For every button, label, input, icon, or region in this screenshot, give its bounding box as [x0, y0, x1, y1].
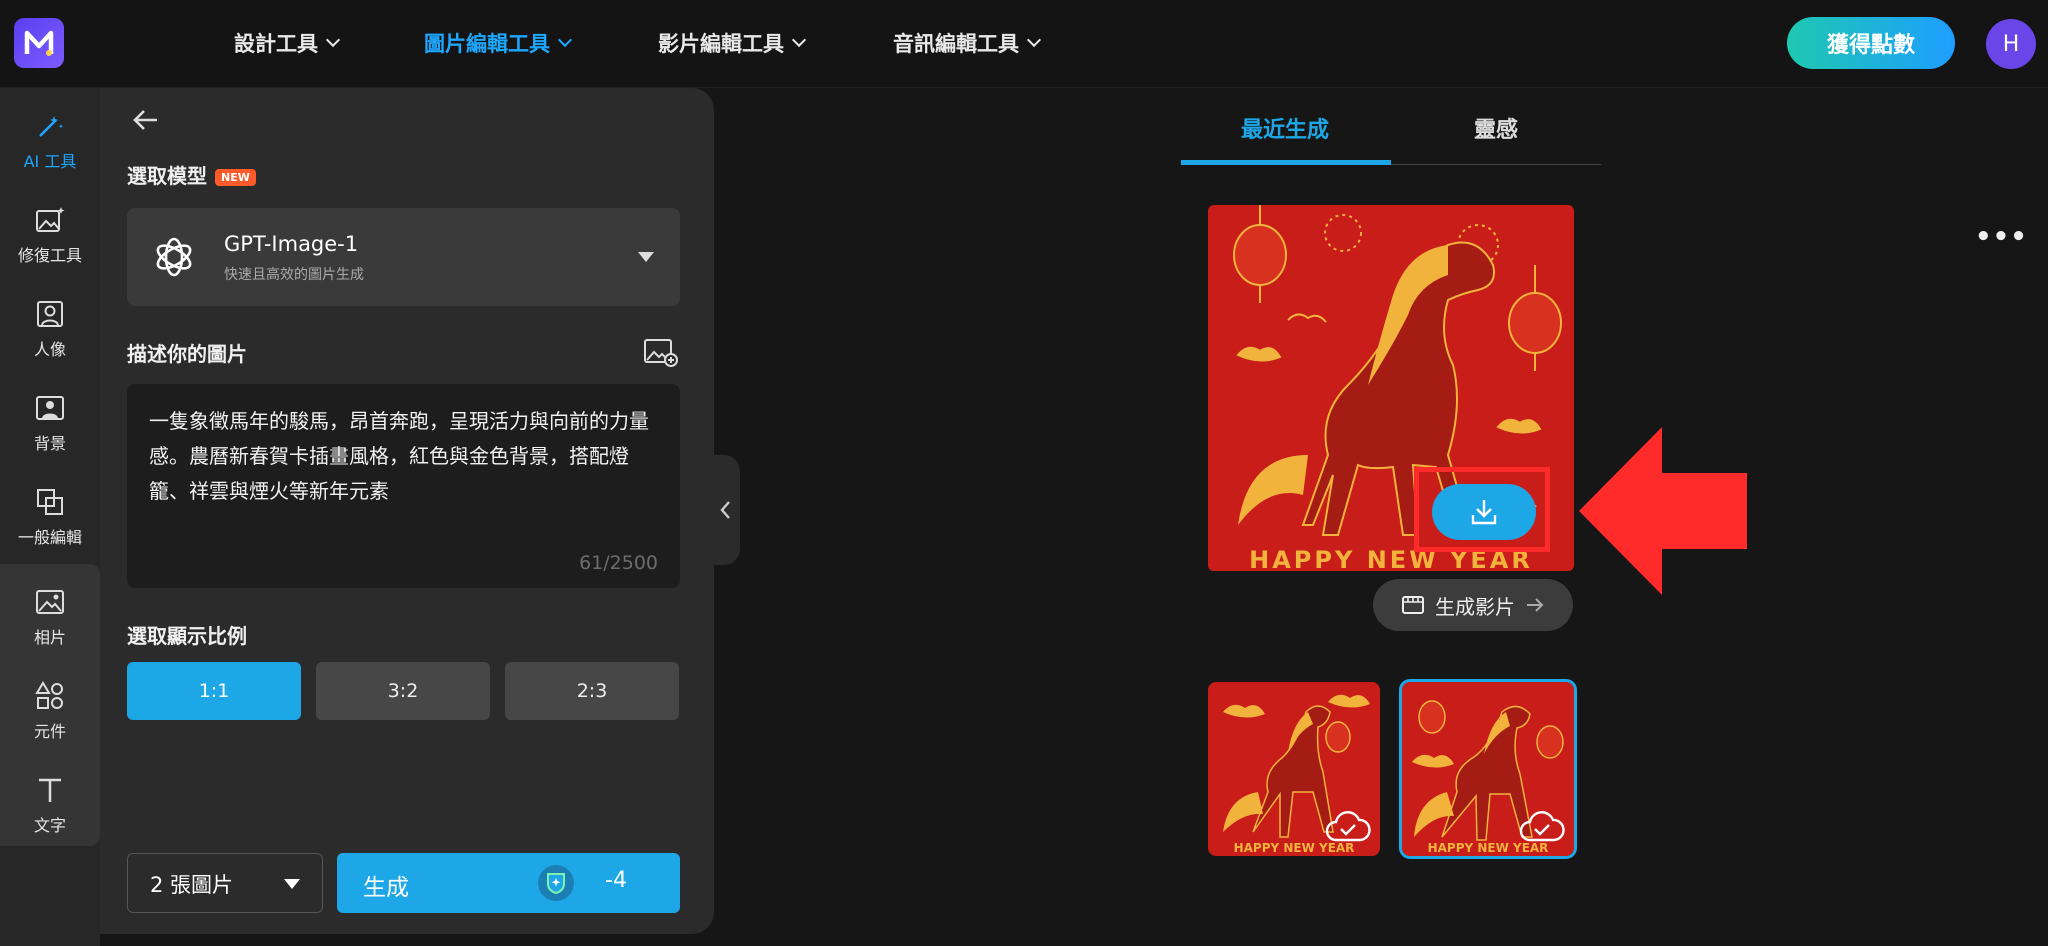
avatar[interactable]: H — [1986, 19, 2036, 69]
logo-icon — [24, 30, 54, 56]
chevron-down-icon — [557, 32, 573, 48]
rail-item-repair-tools[interactable]: 修復工具 — [0, 188, 100, 282]
rail-label: 相片 — [33, 628, 66, 647]
download-button[interactable] — [1432, 484, 1536, 540]
crop-icon — [37, 489, 63, 515]
text-icon — [39, 778, 61, 802]
more-options-icon[interactable]: ••• — [1975, 222, 2028, 252]
new-badge: NEW — [215, 169, 256, 186]
magic-wand-icon — [39, 116, 64, 137]
active-tab-indicator — [1181, 160, 1391, 165]
tab-recent[interactable]: 最近生成 — [1241, 112, 1329, 144]
collapse-panel-button[interactable] — [712, 455, 740, 565]
cloud-check-icon — [1519, 811, 1565, 842]
shapes-icon — [35, 681, 63, 709]
credit-cost: -4 — [605, 868, 627, 893]
cloud-check-icon — [1325, 811, 1371, 842]
photo-icon — [36, 590, 64, 614]
chevron-left-icon — [720, 501, 730, 519]
rail-label: AI 工具 — [23, 152, 77, 171]
ratio-option-3-2[interactable]: 3:2 — [316, 662, 490, 720]
nav-design-tools[interactable]: 設計工具 — [234, 28, 341, 58]
prompt-text: 一隻象徵馬年的駿馬，昂首奔跑，呈現活力與向前的力量感。農曆新春賀卡插畫風格，紅色… — [149, 409, 649, 503]
rail-item-photos[interactable]: 相片 — [0, 570, 100, 664]
ratio-option-2-3[interactable]: 2:3 — [505, 662, 679, 720]
image-sparkle-icon — [36, 207, 65, 232]
nav-image-tools[interactable]: 圖片編輯工具 — [424, 28, 573, 58]
char-counter: 61/2500 — [579, 552, 658, 574]
ratio-label: 選取顯示比例 — [127, 624, 247, 648]
top-bar: 設計工具 圖片編輯工具 影片編輯工具 音訊編輯工具 獲得點數 H — [0, 0, 2048, 88]
nav-video-tools[interactable]: 影片編輯工具 — [658, 28, 807, 58]
nav-audio-tools[interactable]: 音訊編輯工具 — [893, 28, 1042, 58]
rail-label: 文字 — [33, 816, 66, 835]
nav-label: 設計工具 — [234, 32, 318, 56]
model-description: 快速且高效的圖片生成 — [224, 267, 364, 283]
rail-item-elements[interactable]: 元件 — [0, 664, 100, 758]
rail-item-general-edit[interactable]: 一般編輯 — [0, 470, 100, 564]
nav-label: 音訊編輯工具 — [893, 32, 1019, 56]
model-select[interactable]: GPT-Image-1 快速且高效的圖片生成 — [127, 208, 680, 306]
get-points-button[interactable]: 獲得點數 — [1787, 17, 1955, 69]
nav-label: 影片編輯工具 — [658, 32, 784, 56]
dropdown-caret-icon — [284, 879, 300, 889]
arrow-right-icon — [1527, 598, 1544, 612]
rail-label: 背景 — [33, 434, 66, 453]
generate-label: 生成 — [363, 875, 409, 901]
tool-rail: AI 工具 修復工具 人像 背景 一般編輯 相片 元件 文字 — [0, 88, 100, 946]
image-count-select[interactable]: 2 張圖片 — [127, 853, 323, 913]
model-section-label: 選取模型 NEW — [127, 160, 256, 189]
background-icon — [36, 396, 64, 420]
app-logo[interactable] — [14, 18, 64, 68]
generate-video-button[interactable]: 生成影片 — [1373, 579, 1573, 631]
annotation-arrow-icon — [1579, 427, 1747, 595]
download-icon — [1471, 500, 1497, 525]
nav-label: 圖片編輯工具 — [424, 32, 550, 56]
describe-label: 描述你的圖片 — [127, 342, 247, 366]
chevron-down-icon — [1026, 32, 1042, 48]
credit-icon — [538, 865, 574, 901]
generate-video-label: 生成影片 — [1435, 594, 1515, 619]
rail-label: 元件 — [33, 722, 66, 741]
video-icon — [1402, 596, 1424, 614]
image-count-value: 2 張圖片 — [150, 873, 234, 897]
model-section-text: 選取模型 — [127, 164, 207, 188]
back-arrow-icon[interactable] — [130, 104, 162, 144]
openai-logo-icon — [156, 237, 192, 277]
rail-label: 人像 — [33, 340, 66, 359]
rail-label: 修復工具 — [17, 246, 82, 265]
tab-inspiration[interactable]: 靈感 — [1474, 112, 1518, 144]
rail-item-background[interactable]: 背景 — [0, 376, 100, 470]
model-name: GPT-Image-1 — [224, 232, 359, 256]
rail-label: 一般編輯 — [17, 528, 82, 547]
prompt-textarea[interactable]: 一隻象徵馬年的駿馬，昂首奔跑，呈現活力與向前的力量感。農曆新春賀卡插畫風格，紅色… — [127, 384, 680, 588]
generate-button[interactable]: 生成 -4 — [337, 853, 680, 913]
rail-item-portrait[interactable]: 人像 — [0, 282, 100, 376]
portrait-icon — [37, 301, 63, 327]
ratio-option-1-1[interactable]: 1:1 — [127, 662, 301, 720]
rail-item-text[interactable]: 文字 — [0, 758, 100, 852]
dropdown-caret-icon — [638, 252, 654, 262]
thumbnail-2-selected[interactable]: HAPPY NEW YEAR — [1399, 679, 1577, 859]
thumbnail-1[interactable]: HAPPY NEW YEAR — [1208, 682, 1380, 856]
image-upload-icon[interactable] — [643, 337, 679, 373]
chevron-down-icon — [325, 32, 341, 48]
chevron-down-icon — [791, 32, 807, 48]
rail-item-ai-tools[interactable]: AI 工具 — [0, 94, 100, 188]
